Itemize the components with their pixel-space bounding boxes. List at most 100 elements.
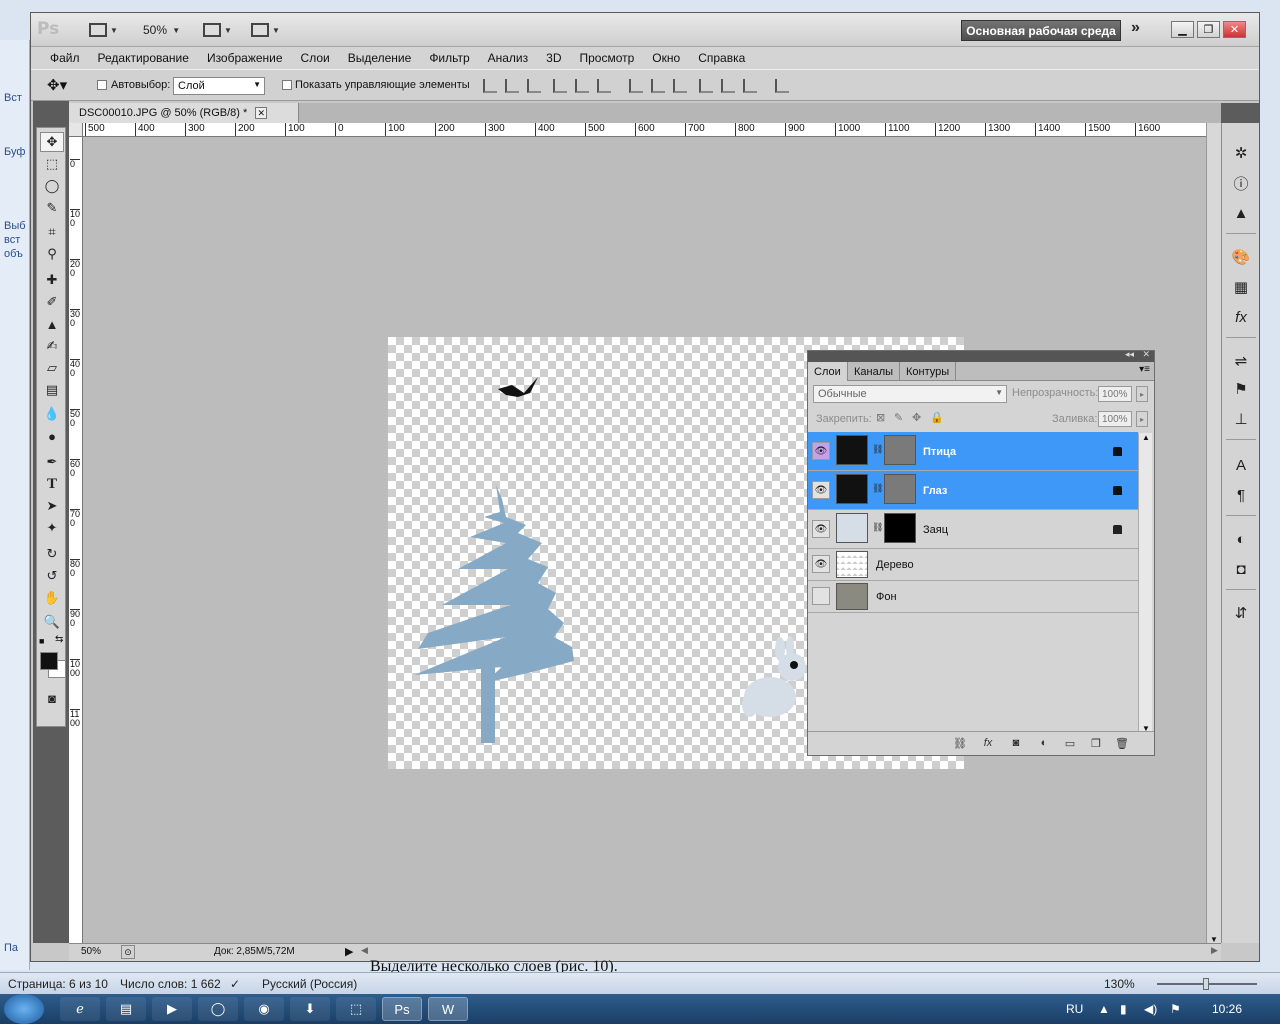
menu-3d[interactable]: 3D bbox=[537, 51, 570, 65]
clock[interactable]: 10:26 bbox=[1212, 1002, 1242, 1016]
quick-mask-icon[interactable]: ◙ bbox=[40, 688, 64, 708]
history-icon[interactable]: ⇵ bbox=[1231, 603, 1251, 623]
eyedropper-tool-icon[interactable]: ⚲ bbox=[40, 244, 64, 264]
volume-icon[interactable]: ◀) bbox=[1144, 1002, 1157, 1016]
history-brush-tool-icon[interactable]: ✍ bbox=[40, 336, 64, 356]
vertical-scrollbar[interactable]: ▼ bbox=[1206, 123, 1221, 945]
paragraph-icon[interactable]: ¶ bbox=[1231, 485, 1251, 505]
visibility-eye-icon[interactable]: 👁 bbox=[812, 555, 830, 573]
align-left-icon[interactable] bbox=[553, 79, 567, 93]
gradient-tool-icon[interactable]: ▤ bbox=[40, 380, 64, 400]
layer-name[interactable]: Дерево bbox=[876, 559, 914, 571]
auto-align-icon[interactable] bbox=[775, 79, 789, 93]
link-layers-icon[interactable]: ⛓ bbox=[952, 736, 968, 750]
layer-name[interactable]: Фон bbox=[876, 591, 897, 603]
hand-tool-icon[interactable]: ✋ bbox=[40, 588, 64, 608]
info-icon[interactable]: ⓘ bbox=[1231, 173, 1251, 193]
menu-select[interactable]: Выделение bbox=[339, 51, 421, 65]
taskbar-explorer-icon[interactable]: ▤ bbox=[106, 997, 146, 1021]
signal-icon[interactable]: ▮ bbox=[1120, 1002, 1127, 1016]
quick-select-tool-icon[interactable]: ✎ bbox=[40, 198, 64, 218]
distribute-right-icon[interactable] bbox=[743, 79, 757, 93]
layer-style-icon[interactable]: fx bbox=[980, 736, 996, 750]
stamp-tool-icon[interactable]: ▲ bbox=[40, 314, 64, 334]
styles-icon[interactable]: fx bbox=[1231, 307, 1251, 327]
lasso-tool-icon[interactable]: ◯ bbox=[40, 176, 64, 196]
layer-row-background[interactable]: Фон bbox=[808, 581, 1138, 613]
layer-row-tree[interactable]: 👁 Дерево bbox=[808, 549, 1138, 581]
word-page-count[interactable]: Страница: 6 из 10 bbox=[8, 977, 108, 991]
proofing-icon[interactable]: ✓ bbox=[230, 977, 240, 991]
link-chain-icon[interactable]: ⛓ bbox=[872, 444, 883, 455]
document-tab[interactable]: DSC00010.JPG @ 50% (RGB/8) * ✕ bbox=[69, 103, 299, 123]
taskbar-chrome-icon[interactable]: ◉ bbox=[244, 997, 284, 1021]
tray-expand-icon[interactable]: ▲ bbox=[1098, 1002, 1110, 1016]
hare-eye-shape[interactable] bbox=[790, 661, 798, 669]
lock-image-icon[interactable]: ✎ bbox=[894, 411, 903, 424]
type-tool-icon[interactable]: T bbox=[40, 474, 64, 494]
adjustment-layer-icon[interactable]: ◐ bbox=[1036, 736, 1052, 750]
swap-colors-icon[interactable]: ⇆ bbox=[55, 634, 63, 645]
launch-bridge-button[interactable]: ▼ bbox=[89, 20, 118, 40]
start-button[interactable] bbox=[4, 994, 44, 1024]
align-vcenter-icon[interactable] bbox=[505, 79, 519, 93]
3d-rotate-tool-icon[interactable]: ↻ bbox=[40, 544, 64, 564]
tab-channels[interactable]: Каналы bbox=[848, 362, 901, 381]
blend-mode-dropdown[interactable]: Обычные ▼ bbox=[813, 385, 1007, 403]
dodge-tool-icon[interactable]: ● bbox=[40, 426, 64, 446]
taskbar-opera-icon[interactable]: ◯ bbox=[198, 997, 238, 1021]
menu-window[interactable]: Окно bbox=[643, 51, 689, 65]
more-workspaces-icon[interactable]: » bbox=[1131, 19, 1140, 37]
status-menu-icon[interactable]: ⊙ bbox=[121, 945, 135, 959]
brush-tool-icon[interactable]: ✐ bbox=[40, 292, 64, 312]
close-icon[interactable]: ✕ bbox=[255, 107, 268, 119]
add-mask-icon[interactable]: ◙ bbox=[1008, 736, 1024, 750]
word-zoom-slider[interactable] bbox=[1145, 977, 1265, 991]
default-colors-icon[interactable]: ■ bbox=[39, 636, 44, 646]
move-tool-preset-icon[interactable]: ✥▾ bbox=[47, 76, 67, 94]
bird-shape[interactable] bbox=[498, 377, 538, 397]
align-top-icon[interactable] bbox=[483, 79, 497, 93]
distribute-left-icon[interactable] bbox=[699, 79, 713, 93]
distribute-vcenter-icon[interactable] bbox=[651, 79, 665, 93]
layer-row-bird[interactable]: 👁 ⛓ Птица bbox=[808, 432, 1138, 471]
blur-tool-icon[interactable]: 💧 bbox=[40, 404, 64, 424]
tool-presets-icon[interactable]: ◘ bbox=[1231, 559, 1251, 579]
input-language[interactable]: RU bbox=[1066, 1002, 1083, 1016]
screen-mode-button[interactable]: ▼ bbox=[251, 20, 280, 40]
masks-icon[interactable]: ⚑ bbox=[1231, 379, 1251, 399]
layer-mask-thumbnail[interactable] bbox=[884, 474, 916, 504]
hscroll-right-icon[interactable]: ▶ bbox=[1211, 945, 1218, 956]
lock-position-icon[interactable]: ✥ bbox=[912, 411, 921, 424]
taskbar-download-icon[interactable]: ⬇ bbox=[290, 997, 330, 1021]
fill-arrow-icon[interactable]: ▸ bbox=[1136, 411, 1148, 427]
brushes-icon[interactable]: ◐ bbox=[1231, 529, 1251, 549]
menu-help[interactable]: Справка bbox=[689, 51, 754, 65]
layer-name[interactable]: Птица bbox=[923, 446, 956, 458]
lock-all-icon[interactable]: 🔒 bbox=[930, 411, 944, 424]
layers-scrollbar[interactable]: ▲ ▼ bbox=[1138, 433, 1152, 733]
menu-layers[interactable]: Слои bbox=[292, 51, 339, 65]
layer-name[interactable]: Глаз bbox=[923, 485, 947, 497]
workspace-button[interactable]: Основная рабочая среда bbox=[961, 20, 1121, 41]
distribute-hcenter-icon[interactable] bbox=[721, 79, 735, 93]
lock-transparent-icon[interactable]: ⊠ bbox=[876, 411, 885, 424]
navigator-icon[interactable]: ✲ bbox=[1231, 143, 1251, 163]
eraser-tool-icon[interactable]: ▱ bbox=[40, 358, 64, 378]
shape-tool-icon[interactable]: ✦ bbox=[40, 518, 64, 538]
layer-mask-thumbnail[interactable] bbox=[884, 513, 916, 543]
autoselect-dropdown[interactable]: Слой ▼ bbox=[173, 77, 265, 95]
zoom-tool-icon[interactable]: 🔍 bbox=[40, 612, 64, 632]
visibility-eye-icon[interactable] bbox=[812, 587, 830, 605]
visibility-eye-icon[interactable]: 👁 bbox=[812, 520, 830, 538]
menu-image[interactable]: Изображение bbox=[198, 51, 292, 65]
3d-orbit-tool-icon[interactable]: ↺ bbox=[40, 566, 64, 586]
menu-filter[interactable]: Фильтр bbox=[420, 51, 478, 65]
opacity-input[interactable]: 100% bbox=[1098, 386, 1132, 402]
align-bottom-icon[interactable] bbox=[527, 79, 541, 93]
scroll-up-icon[interactable]: ▲ bbox=[1142, 433, 1150, 442]
panel-menu-icon[interactable]: ▾≡ bbox=[1139, 364, 1150, 375]
clone-source-icon[interactable]: ⊥ bbox=[1231, 409, 1251, 429]
layer-row-hare[interactable]: 👁 ⛓ Заяц bbox=[808, 510, 1138, 549]
taskbar-network-icon[interactable]: ⬚ bbox=[336, 997, 376, 1021]
